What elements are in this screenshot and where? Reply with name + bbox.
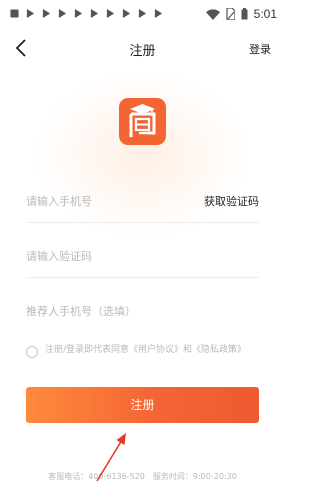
agreement-checkbox[interactable] xyxy=(26,346,38,358)
notification-icon xyxy=(10,9,19,18)
play-icon xyxy=(154,9,163,18)
phone-input[interactable] xyxy=(26,190,186,212)
play-icon xyxy=(106,9,115,18)
referrer-field xyxy=(26,290,259,332)
status-time: 5:01 xyxy=(253,7,277,21)
verification-code-input[interactable] xyxy=(26,245,186,267)
play-icon xyxy=(90,9,99,18)
register-button[interactable]: 注册 xyxy=(26,387,259,423)
customer-service-info: 客服电话：400-6136-520 服务时间：9:00-20:30 xyxy=(48,472,237,481)
status-bar: 5:01 xyxy=(0,0,285,28)
nav-bar: 注册 登录 xyxy=(0,28,285,68)
play-icon xyxy=(74,9,83,18)
app-logo xyxy=(119,98,166,145)
play-icon xyxy=(42,9,51,18)
sim-icon xyxy=(226,8,235,20)
play-icon xyxy=(138,9,147,18)
play-icon xyxy=(58,9,67,18)
agreement-text[interactable]: 注册/登录即代表同意《用户协议》和《隐私政策》 xyxy=(45,343,259,358)
status-icons-left xyxy=(10,9,163,18)
phone-field: 获取验证码 xyxy=(26,180,259,223)
get-code-button[interactable]: 获取验证码 xyxy=(204,193,259,209)
page-title: 注册 xyxy=(129,44,156,59)
code-field xyxy=(26,235,259,278)
play-icon xyxy=(122,9,131,18)
referrer-phone-input[interactable] xyxy=(26,300,259,322)
play-icon xyxy=(26,9,35,18)
battery-icon xyxy=(241,8,248,20)
status-icons-right: 5:01 xyxy=(205,7,277,21)
login-link[interactable]: 登录 xyxy=(249,41,271,57)
wifi-icon xyxy=(205,8,220,20)
